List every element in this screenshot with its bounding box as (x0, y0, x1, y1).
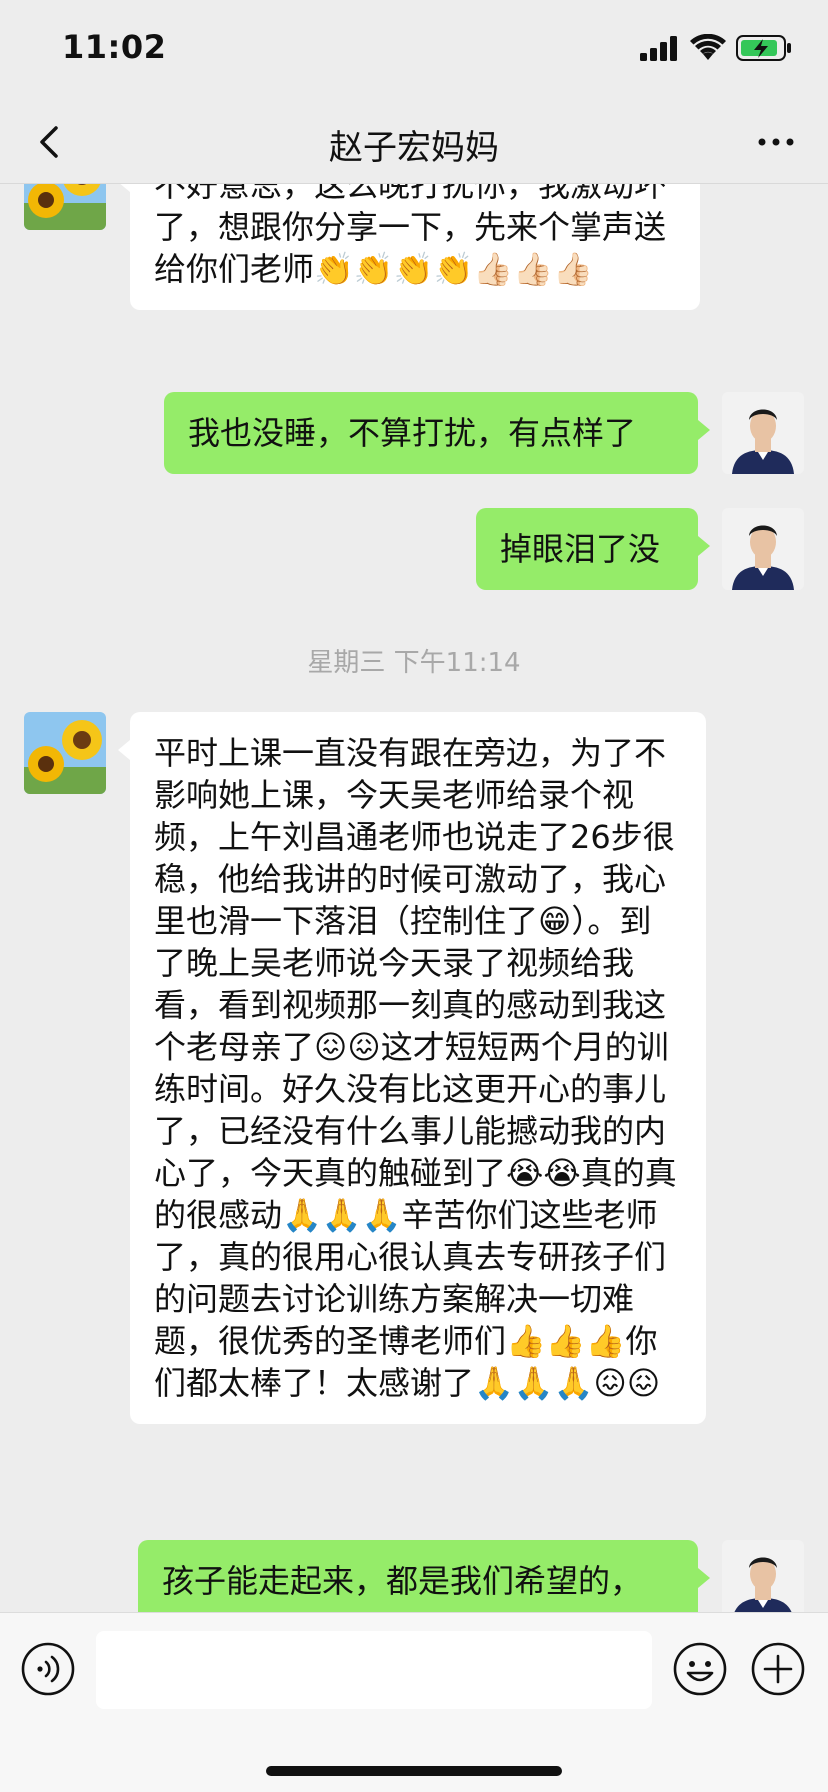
nav-bar: 赵子宏妈妈 (0, 100, 828, 184)
wifi-icon (690, 34, 726, 62)
plus-icon (750, 1641, 806, 1697)
battery-icon (736, 34, 792, 62)
avatar-self[interactable] (722, 508, 804, 590)
avatar-self[interactable] (722, 392, 804, 474)
chat-area[interactable]: 不好意思，这么晚打扰你，我激动坏了，想跟你分享一下，先来个掌声送给你们老师👏👏👏… (0, 184, 828, 1612)
message-input[interactable] (96, 1631, 652, 1709)
more-horizontal-icon (752, 118, 800, 166)
status-time: 11:02 (62, 28, 167, 66)
message-bubble[interactable]: 平时上课一直没有跟在旁边，为了不影响她上课，今天吴老师给录个视频，上午刘昌通老师… (118, 712, 706, 1424)
avatar-sunflower[interactable] (24, 184, 106, 230)
message-bubble[interactable]: 孩子能走起来，都是我们希望的， (138, 1540, 710, 1612)
input-bar (0, 1612, 828, 1792)
status-bar: 11:02 (0, 0, 828, 100)
status-icons (640, 34, 792, 62)
avatar-self[interactable] (722, 1540, 804, 1612)
plus-button[interactable] (750, 1641, 806, 1697)
home-indicator (266, 1766, 562, 1776)
more-button[interactable] (752, 118, 800, 166)
message-bubble[interactable]: 我也没睡，不算打扰，有点样了 (164, 392, 710, 474)
signal-icon (640, 35, 680, 61)
voice-button[interactable] (20, 1641, 76, 1697)
emoji-button[interactable] (672, 1641, 728, 1697)
avatar-sunflower[interactable] (24, 712, 106, 794)
voice-icon (20, 1641, 76, 1697)
message-bubble[interactable]: 不好意思，这么晚打扰你，我激动坏了，想跟你分享一下，先来个掌声送给你们老师👏👏👏… (118, 184, 700, 310)
message-bubble[interactable]: 掉眼泪了没 (476, 508, 710, 590)
chat-title: 赵子宏妈妈 (329, 128, 499, 168)
emoji-icon (672, 1641, 728, 1697)
timestamp: 星期三 下午11:14 (307, 648, 521, 678)
